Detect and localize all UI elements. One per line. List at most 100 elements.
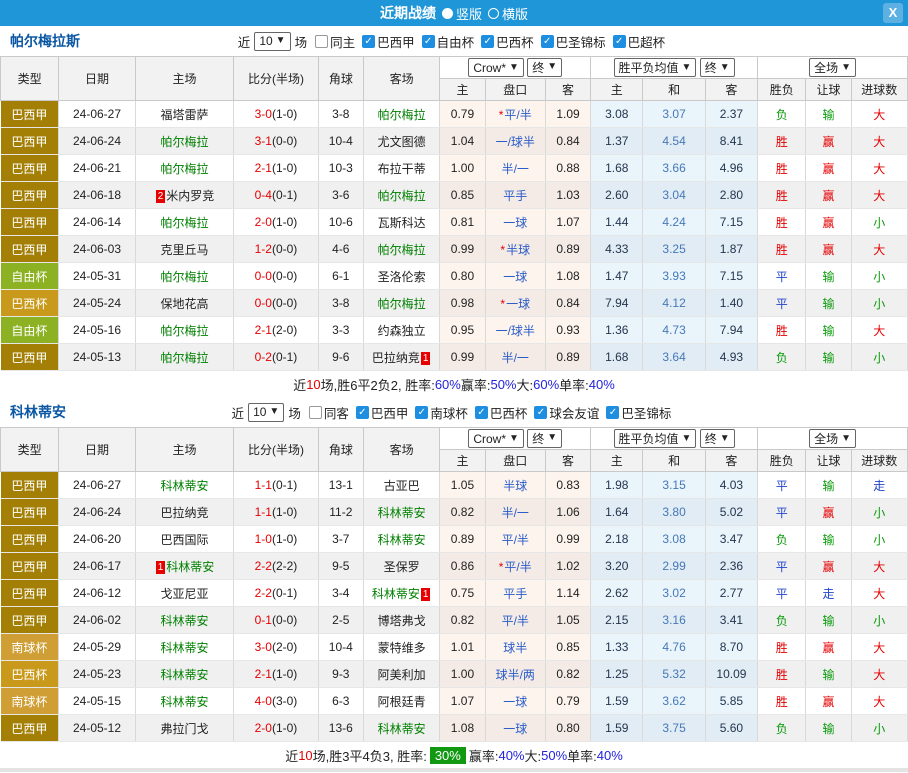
radio-unselected-icon (488, 8, 499, 19)
summary-segment: 赢率: (469, 746, 499, 765)
checkbox-unchecked-icon[interactable] (315, 35, 328, 48)
avg-draw-odds: 3.93 (643, 263, 705, 290)
avg-home-odds: 7.94 (591, 290, 643, 317)
handicap-result-cell: 赢 (806, 634, 851, 661)
filter-checkbox[interactable]: ✓巴圣锦标 (606, 403, 671, 422)
result-cell: 平 (758, 499, 806, 526)
handicap-result-cell: 走 (806, 580, 851, 607)
games-count-select[interactable]: 10 ▼ (248, 403, 284, 422)
handicap-cell: 一球 (485, 209, 545, 236)
away-team-name: 帕尔梅拉 (378, 108, 426, 122)
type-cell: 巴西甲 (1, 209, 59, 236)
checkbox-checked-icon[interactable]: ✓ (613, 35, 626, 48)
average-odds-select[interactable]: 胜平负均值 ▼ (614, 58, 697, 77)
away-team-name: 帕尔梅拉 (378, 189, 426, 203)
checkbox-checked-icon[interactable]: ✓ (541, 35, 554, 48)
filter-checkbox[interactable]: 同客 (309, 403, 349, 422)
radio-vertical-layout[interactable]: 竖版 (442, 4, 482, 23)
games-count-select[interactable]: 10 ▼ (254, 32, 290, 51)
halftime-score: (0-1) (272, 478, 297, 492)
match-row: 巴西甲24-06-14帕尔梅拉2-0(1-0)10-6瓦斯科达0.81一球1.0… (1, 209, 908, 236)
match-row: 巴西甲24-06-171科林蒂安2-2(2-2)9-5圣保罗0.86*平/半1.… (1, 553, 908, 580)
average-odds-value: 胜平负均值 (619, 430, 679, 447)
checkbox-checked-icon[interactable]: ✓ (362, 35, 375, 48)
avg-home-odds: 1.59 (591, 715, 643, 742)
fullmatch-select-value: 全场 (814, 59, 838, 76)
checkbox-unchecked-icon[interactable] (309, 406, 322, 419)
fulltime-score: 2-1 (255, 667, 272, 681)
crow-home-odds: 0.79 (440, 101, 485, 128)
avg-draw-odds: 3.04 (643, 182, 705, 209)
odds-stage-select[interactable]: 终 ▼ (527, 429, 562, 448)
checkbox-checked-icon[interactable]: ✓ (481, 35, 494, 48)
crow-away-odds: 1.09 (545, 101, 590, 128)
filter-checkbox[interactable]: ✓巴西甲 (356, 403, 409, 422)
fulltime-score: 1-1 (255, 505, 272, 519)
checkbox-checked-icon[interactable]: ✓ (356, 406, 369, 419)
away-team-cell: 阿根廷青 (363, 688, 439, 715)
bookmaker-select[interactable]: Crow* ▼ (468, 429, 524, 448)
handicap-cell: 一/球半 (485, 317, 545, 344)
filter-checkbox[interactable]: ✓巴圣锦标 (541, 32, 606, 51)
match-row: 巴西甲24-05-12弗拉门戈2-0(1-0)13-6科林蒂安1.08一球0.8… (1, 715, 908, 742)
filter-checkbox[interactable]: ✓巴超杯 (613, 32, 666, 51)
average-stage-select[interactable]: 终 ▼ (700, 429, 735, 448)
match-row: 巴西甲24-06-24巴拉纳竞1-1(1-0)11-2科林蒂安0.82半/一1.… (1, 499, 908, 526)
handicap-value: 一球 (503, 270, 527, 284)
filter-label: 巴超杯 (628, 32, 666, 51)
handicap-cell: 半/一 (485, 499, 545, 526)
checkbox-checked-icon[interactable]: ✓ (534, 406, 547, 419)
fullmatch-select[interactable]: 全场 ▼ (809, 429, 856, 448)
type-cell: 巴西甲 (1, 101, 59, 128)
fullmatch-select[interactable]: 全场 ▼ (809, 58, 856, 77)
filter-checkbox[interactable]: ✓巴西杯 (475, 403, 528, 422)
away-team-name: 阿美利加 (378, 668, 426, 682)
away-team-name: 阿根廷青 (378, 695, 426, 709)
checkbox-checked-icon[interactable]: ✓ (606, 406, 619, 419)
checkbox-checked-icon[interactable]: ✓ (422, 35, 435, 48)
avg-draw-odds: 5.32 (643, 661, 705, 688)
filter-checkbox[interactable]: ✓巴西甲 (362, 32, 415, 51)
away-team-name: 科林蒂安 (378, 722, 426, 736)
fulltime-score: 0-4 (255, 188, 272, 202)
average-odds-select[interactable]: 胜平负均值 ▼ (614, 429, 697, 448)
bookmaker-select[interactable]: Crow* ▼ (468, 58, 524, 77)
type-cell: 自由杯 (1, 317, 59, 344)
filter-checkbox[interactable]: ✓自由杯 (422, 32, 475, 51)
handicap-result-cell: 赢 (806, 688, 851, 715)
summary-segment: 近 (293, 375, 306, 394)
checkbox-checked-icon[interactable]: ✓ (475, 406, 488, 419)
crow-away-odds: 1.14 (545, 580, 590, 607)
home-team-name: 巴拉纳竞 (160, 506, 208, 520)
filter-checkbox[interactable]: ✓球会友谊 (534, 403, 599, 422)
sub-header-avg-away: 客 (705, 450, 757, 472)
filter-label: 巴西杯 (496, 32, 534, 51)
checkbox-checked-icon[interactable]: ✓ (415, 406, 428, 419)
goals-result-cell: 大 (851, 155, 907, 182)
rank-badge: 1 (156, 561, 166, 574)
away-team-cell: 帕尔梅拉 (363, 236, 439, 263)
home-team-cell: 保地花高 (135, 290, 234, 317)
filter-checkbox[interactable]: ✓巴西杯 (481, 32, 534, 51)
close-button[interactable]: X (883, 3, 903, 23)
goals-result-cell: 小 (851, 715, 907, 742)
bookmaker-header: Crow* ▼ 终 ▼ (440, 428, 591, 450)
rank-badge: 1 (421, 588, 431, 601)
handicap-value: 一/球半 (496, 324, 535, 338)
filter-checkbox[interactable]: ✓南球杯 (415, 403, 468, 422)
halftime-score: (0-1) (272, 188, 297, 202)
corner-cell: 3-8 (318, 290, 363, 317)
team-section: 帕尔梅拉斯 近 10 ▼ 场 同主✓巴西甲✓自由杯✓巴西杯✓巴圣锦标✓巴超杯 (0, 26, 908, 397)
odds-stage-select[interactable]: 终 ▼ (527, 58, 562, 77)
crow-home-odds: 0.80 (440, 263, 485, 290)
radio-horizontal-layout[interactable]: 横版 (488, 4, 528, 23)
date-cell: 24-06-24 (59, 128, 135, 155)
corner-cell: 13-6 (318, 715, 363, 742)
matches-table: 类型 日期 主场 比分(半场) 角球 客场 Crow* ▼ 终 ▼ (0, 427, 908, 742)
handicap-result-cell: 赢 (806, 128, 851, 155)
average-stage-select[interactable]: 终 ▼ (700, 58, 735, 77)
crow-away-odds: 0.99 (545, 526, 590, 553)
filter-checkbox[interactable]: 同主 (315, 32, 355, 51)
result-cell: 胜 (758, 182, 806, 209)
away-team-name: 圣洛伦索 (378, 270, 426, 284)
